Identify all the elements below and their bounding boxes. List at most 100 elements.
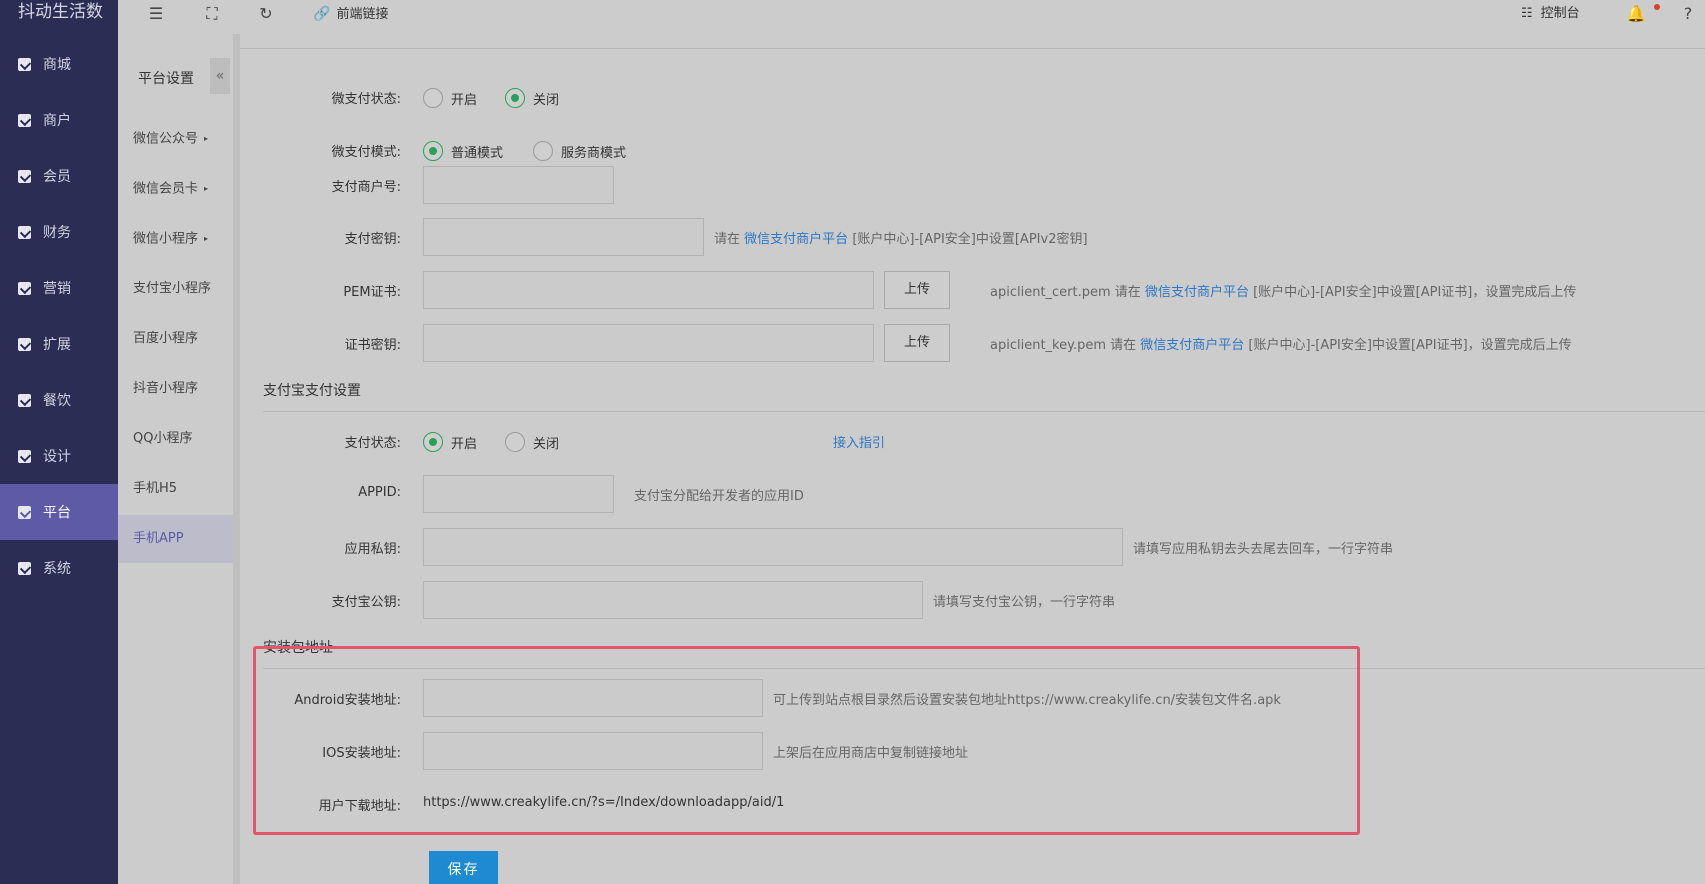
help-icon[interactable]: ? — [1678, 4, 1698, 24]
subnav-item-label: 支付宝小程序 — [133, 281, 212, 296]
divider — [263, 411, 1705, 412]
subnav-item-qq-miniapp[interactable]: QQ小程序 — [118, 415, 233, 463]
nav-item-platform[interactable]: 平台 — [0, 484, 118, 540]
nav-item-catering[interactable]: 餐饮 — [0, 372, 118, 428]
nav-item-label: 会员 — [43, 169, 71, 185]
alipay-status-label: 支付状态: — [344, 436, 401, 451]
radio-circle — [505, 432, 525, 452]
wxpay-status-on-radio[interactable]: 开启 — [423, 88, 477, 108]
private-key-hint: 请填写应用私钥去头去尾去回车，一行字符串 — [1133, 542, 1394, 557]
ios-url-hint: 上架后在应用商店中复制链接地址 — [773, 746, 969, 761]
merchant-no-input[interactable] — [423, 166, 614, 204]
pem-upload-button[interactable]: 上传 — [884, 271, 950, 309]
wxpay-merchant-link[interactable]: 微信支付商户平台 — [744, 232, 848, 247]
nav-item-member[interactable]: 会员 — [0, 148, 118, 204]
bell-icon[interactable]: 🔔 — [1626, 4, 1646, 24]
alipay-status-row: 支付状态: 开启 关闭 接入指引 — [240, 422, 1705, 460]
subnav-item-alipay-miniapp[interactable]: 支付宝小程序 — [118, 265, 233, 313]
pay-secret-input[interactable] — [423, 218, 704, 256]
nav-item-shop[interactable]: 商城 — [0, 36, 118, 92]
wxpay-mode-label: 微支付模式: — [331, 145, 401, 160]
subnav-item-label: QQ小程序 — [133, 431, 193, 446]
cert-key-label: 证书密钥: — [344, 338, 401, 353]
pay-secret-hint: 请在 微信支付商户平台 [账户中心]-[API安全]中设置[APIv2密钥] — [714, 228, 1088, 247]
sliders-icon: ☷ — [1521, 6, 1533, 21]
wxpay-status-label: 微支付状态: — [331, 92, 401, 107]
menu-toggle-icon[interactable]: ☰ — [146, 4, 166, 24]
console-button[interactable]: ☷ 控制台 — [1521, 4, 1580, 24]
subnav-item-mobile-app[interactable]: 手机APP — [118, 515, 233, 563]
console-label: 控制台 — [1540, 6, 1580, 21]
refresh-icon[interactable]: ↻ — [256, 4, 276, 24]
subnav-item-wechat-miniapp[interactable]: 微信小程序 ▸ — [118, 215, 233, 263]
subnav-item-douyin-miniapp[interactable]: 抖音小程序 — [118, 365, 233, 413]
nav-item-extension[interactable]: 扩展 — [0, 316, 118, 372]
android-url-input[interactable] — [423, 679, 763, 717]
public-key-label: 支付宝公钥: — [331, 595, 401, 610]
wxpay-mode-normal-radio[interactable]: 普通模式 — [423, 141, 503, 161]
system-icon — [18, 561, 31, 575]
top-bar: ☰ ⛶ ↻ 🔗 前端链接 ☷ 控制台 🔔 ? — [118, 0, 1705, 34]
divider — [240, 48, 1705, 49]
public-key-row: 支付宝公钥: 请填写支付宝公钥，一行字符串 — [240, 581, 1705, 619]
app-logo: 抖动生活数 — [18, 2, 103, 22]
hint-text: 请在 — [714, 232, 741, 247]
ios-url-input[interactable] — [423, 732, 763, 770]
wxpay-status-off-radio[interactable]: 关闭 — [505, 88, 559, 108]
alipay-status-on-radio[interactable]: 开启 — [423, 432, 477, 452]
subnav-item-wechat-card[interactable]: 微信会员卡 ▸ — [118, 165, 233, 213]
cert-key-input[interactable] — [423, 324, 874, 362]
chevron-right-icon: ▸ — [204, 134, 209, 143]
radio-label: 开启 — [451, 92, 478, 108]
radio-circle — [533, 141, 553, 161]
chevron-right-icon: ▸ — [204, 234, 209, 243]
nav-item-system[interactable]: 系统 — [0, 540, 118, 596]
radio-label: 关闭 — [533, 92, 560, 108]
member-icon — [18, 169, 31, 183]
nav-item-label: 商户 — [43, 113, 71, 129]
hint-text: [账户中心]-[API安全]中设置[API证书]，设置完成后上传 — [1253, 285, 1577, 300]
appid-label: APPID: — [358, 485, 401, 500]
nav-item-marketing[interactable]: 营销 — [0, 260, 118, 316]
divider — [263, 668, 1705, 669]
android-url-hint: 可上传到站点根目录然后设置安装包地址https://www.creakylife… — [773, 693, 1281, 708]
subnav-item-baidu-miniapp[interactable]: 百度小程序 — [118, 315, 233, 363]
integration-guide-link[interactable]: 接入指引 — [833, 432, 885, 451]
radio-circle — [505, 88, 525, 108]
key-upload-button[interactable]: 上传 — [884, 324, 950, 362]
notification-dot — [1654, 4, 1660, 10]
wxpay-mode-provider-radio[interactable]: 服务商模式 — [533, 141, 626, 161]
nav-item-merchant[interactable]: 商户 — [0, 92, 118, 148]
settings-panel: 微支付状态: 开启 关闭 微支付模式: 普通模式 服务商模式 支付商户号: 支付… — [240, 34, 1705, 884]
subnav-item-wechat-official[interactable]: 微信公众号 ▸ — [118, 115, 233, 163]
pem-cert-label: PEM证书: — [343, 285, 401, 300]
private-key-row: 应用私钥: 请填写应用私钥去头去尾去回车，一行字符串 — [240, 528, 1705, 566]
wxpay-merchant-link[interactable]: 微信支付商户平台 — [1140, 338, 1244, 353]
nav-item-label: 餐饮 — [43, 393, 71, 409]
subnav-item-label: 微信会员卡 — [133, 181, 199, 197]
hint-text: apiclient_cert.pem 请在 — [990, 285, 1141, 300]
chevron-right-icon: ▸ — [204, 184, 209, 193]
platform-subnav: 平台设置 « 微信公众号 ▸ 微信会员卡 ▸ 微信小程序 ▸ 支付宝小程序 百度小程序… — [118, 34, 233, 884]
subnav-item-mobile-h5[interactable]: 手机H5 — [118, 465, 233, 513]
frontend-link-button[interactable]: 🔗 前端链接 — [313, 4, 388, 24]
alipay-section-title: 支付宝支付设置 — [263, 383, 361, 399]
alipay-status-off-radio[interactable]: 关闭 — [505, 432, 559, 452]
appid-row: APPID: 支付宝分配给开发者的应用ID — [240, 475, 1705, 513]
radio-label: 开启 — [451, 436, 478, 452]
private-key-input[interactable] — [423, 528, 1123, 566]
fullscreen-icon[interactable]: ⛶ — [202, 4, 222, 24]
subnav-item-label: 手机APP — [133, 531, 184, 546]
public-key-input[interactable] — [423, 581, 923, 619]
wxpay-merchant-link[interactable]: 微信支付商户平台 — [1145, 285, 1249, 300]
merchant-no-label: 支付商户号: — [331, 180, 401, 195]
column-divider — [233, 34, 240, 884]
pem-cert-input[interactable] — [423, 271, 874, 309]
collapse-icon[interactable]: « — [210, 58, 230, 94]
nav-item-design[interactable]: 设计 — [0, 428, 118, 484]
hint-text: apiclient_key.pem 请在 — [990, 338, 1137, 353]
save-button[interactable]: 保存 — [429, 851, 498, 884]
nav-item-finance[interactable]: 财务 — [0, 204, 118, 260]
appid-input[interactable] — [423, 475, 614, 513]
nav-item-label: 财务 — [43, 225, 71, 241]
